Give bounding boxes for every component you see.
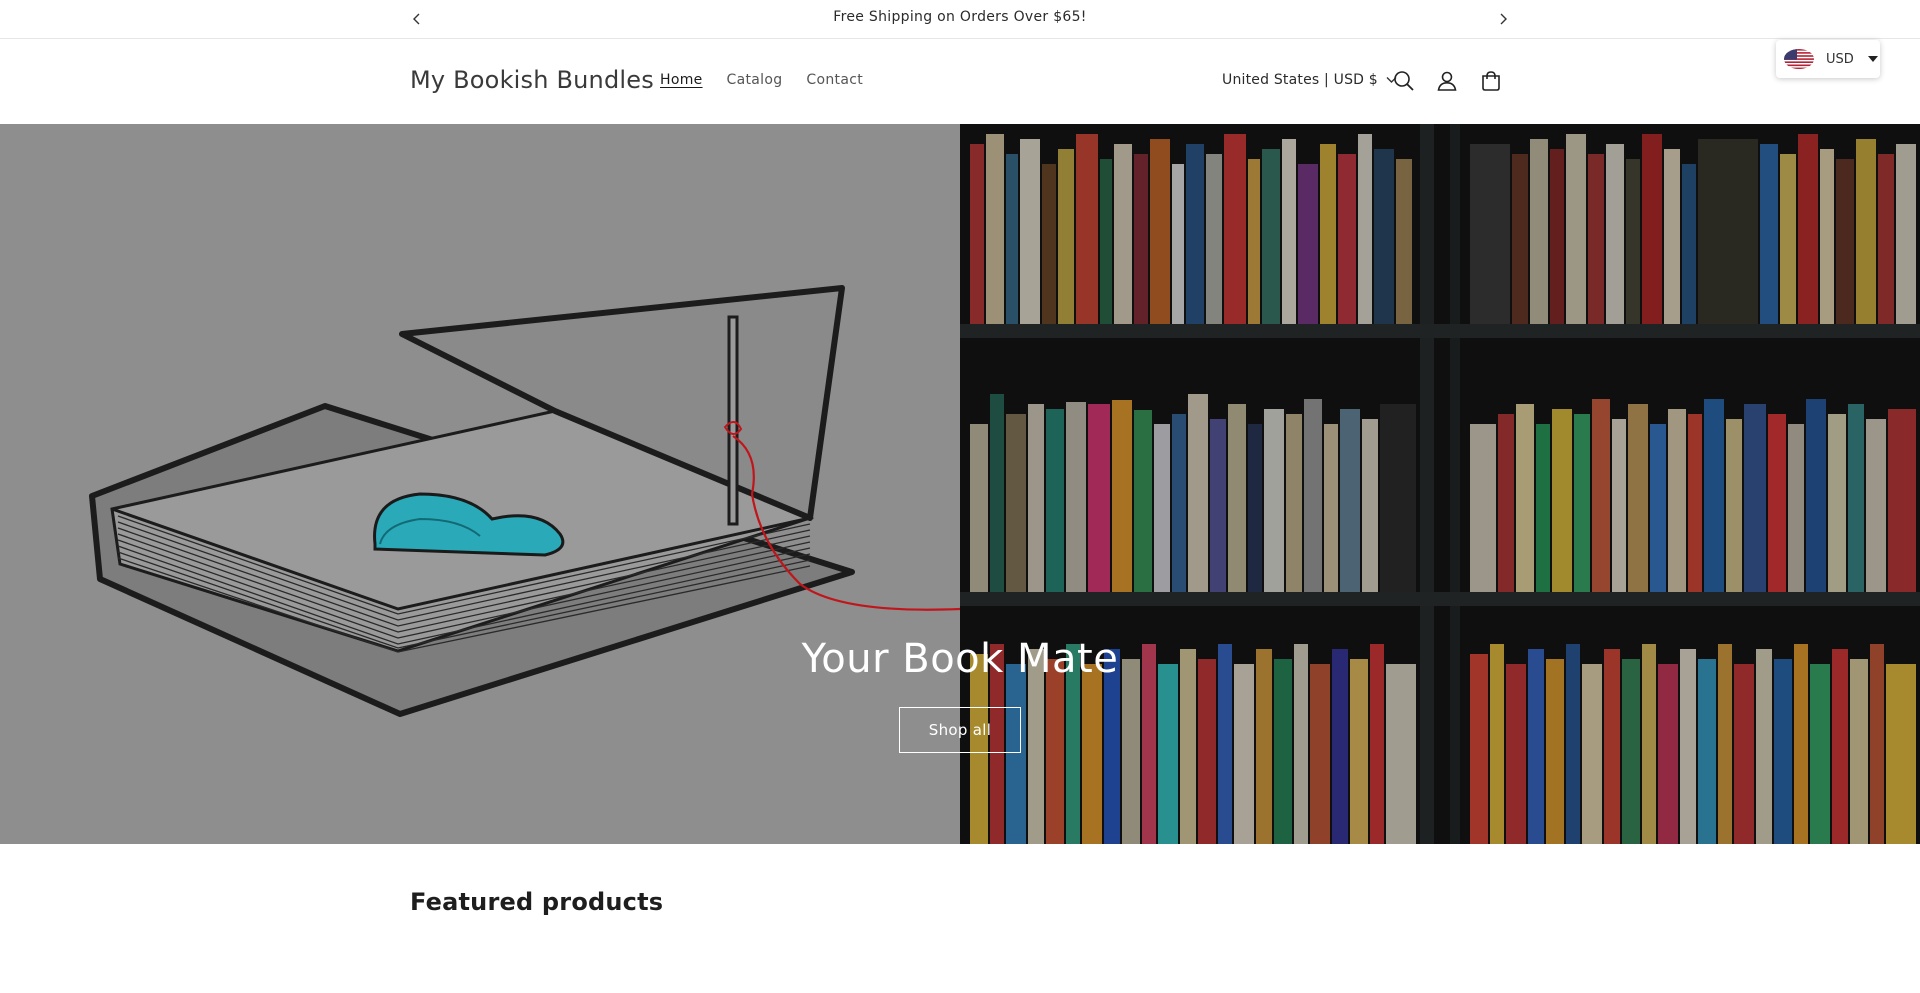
hero-banner: Your Book Mate Shop all: [0, 124, 1920, 844]
nav-catalog[interactable]: Catalog: [727, 72, 783, 88]
us-flag-icon: [1784, 49, 1814, 69]
cart-button[interactable]: [1477, 67, 1505, 95]
store-logo[interactable]: My Bookish Bundles: [410, 66, 654, 94]
announcement-text: Free Shipping on Orders Over $65!: [833, 9, 1087, 25]
shop-all-button[interactable]: Shop all: [899, 707, 1021, 753]
main-nav: Home Catalog Contact: [660, 72, 863, 88]
currency-code: USD: [1826, 51, 1854, 67]
hero-title: Your Book Mate: [801, 636, 1119, 682]
site-header: My Bookish Bundles Home Catalog Contact …: [0, 39, 1920, 124]
featured-products-heading: Featured products: [410, 888, 664, 916]
chevron-right-icon: [1500, 13, 1507, 25]
search-icon: [1394, 71, 1414, 91]
country-currency-selector[interactable]: United States | USD $: [1222, 72, 1397, 88]
search-button[interactable]: [1390, 67, 1418, 95]
cart-icon: [1482, 71, 1500, 91]
nav-contact[interactable]: Contact: [806, 72, 863, 88]
announcement-next-button[interactable]: [1492, 8, 1514, 30]
account-icon: [1437, 71, 1457, 91]
caret-down-icon: [1867, 56, 1878, 62]
nav-home[interactable]: Home: [660, 72, 703, 88]
locale-label: United States | USD $: [1222, 72, 1378, 88]
announcement-bar: Free Shipping on Orders Over $65!: [0, 0, 1920, 39]
account-button[interactable]: [1433, 67, 1461, 95]
currency-converter-widget[interactable]: USD: [1776, 40, 1880, 78]
